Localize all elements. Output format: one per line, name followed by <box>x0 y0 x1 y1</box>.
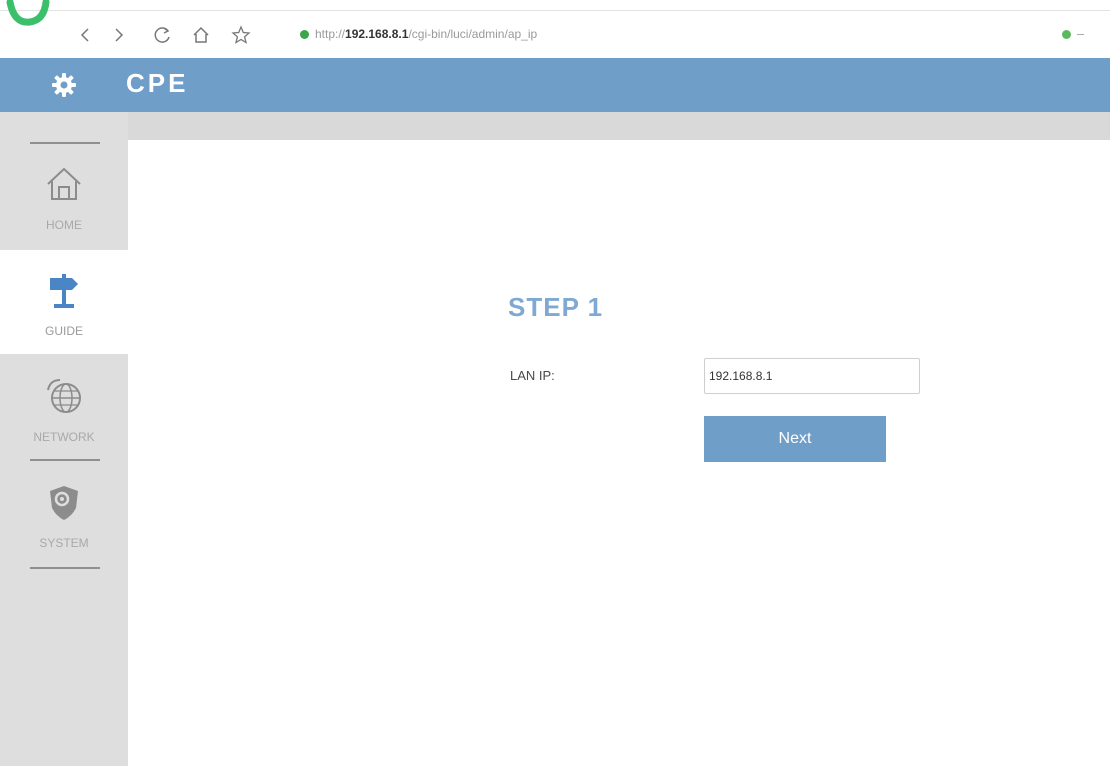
globe-icon <box>47 379 81 413</box>
app-title: CPE <box>126 68 189 98</box>
next-button[interactable]: Next <box>704 416 886 462</box>
sidebar-divider <box>30 459 100 461</box>
step-title: STEP 1 <box>508 292 604 322</box>
main-content: STEP 1 LAN IP: Next <box>128 140 1110 766</box>
url-path: /cgi-bin/luci/admin/ap_ip <box>408 27 538 41</box>
reload-icon <box>154 27 170 43</box>
forward-button[interactable] <box>108 24 130 46</box>
app-header: CPE <box>0 58 1110 112</box>
browser-toolbar: http:// 192.168.8.1 /cgi-bin/luci/admin/… <box>0 0 1110 58</box>
chevron-right-icon <box>115 28 124 42</box>
gear-icon <box>52 73 76 97</box>
home-icon <box>47 167 81 200</box>
chevron-left-icon <box>80 28 89 42</box>
home-button[interactable] <box>190 24 212 46</box>
sidebar: HOME GUIDE NETWORK SYSTEM <box>0 112 128 766</box>
shield-gear-icon <box>50 486 78 520</box>
reload-button[interactable] <box>152 24 174 46</box>
star-icon <box>231 25 251 44</box>
signpost-icon <box>50 274 78 308</box>
secure-icon <box>300 29 309 39</box>
lan-ip-input[interactable] <box>704 358 920 394</box>
extension-icon <box>1062 29 1071 39</box>
sidebar-label-network: NETWORK <box>33 430 95 444</box>
lan-ip-label: LAN IP: <box>510 368 555 383</box>
address-bar[interactable]: http:// 192.168.8.1 /cgi-bin/luci/admin/… <box>300 22 1000 46</box>
back-button[interactable] <box>74 24 96 46</box>
page: http:// 192.168.8.1 /cgi-bin/luci/admin/… <box>0 0 1110 766</box>
home-icon <box>193 26 209 43</box>
sidebar-item-home[interactable]: HOME <box>0 144 128 248</box>
sidebar-label-guide: GUIDE <box>44 324 83 338</box>
sidebar-label-system: SYSTEM <box>39 536 89 550</box>
header-divider <box>0 112 1110 140</box>
extension-menu-button[interactable] <box>1062 24 1106 44</box>
tab-strip-line <box>0 10 1110 11</box>
sidebar-label-home: HOME <box>46 218 82 232</box>
sidebar-item-system[interactable]: SYSTEM <box>0 462 128 566</box>
url-scheme: http:// <box>315 27 346 41</box>
sidebar-divider <box>30 567 100 569</box>
url-host: 192.168.8.1 <box>345 27 409 41</box>
browser-logo-icon <box>6 0 50 26</box>
sidebar-item-guide[interactable]: GUIDE <box>0 250 128 354</box>
sidebar-item-network[interactable]: NETWORK <box>0 356 128 460</box>
menu-caret-icon <box>1077 33 1084 35</box>
bookmark-button[interactable] <box>230 24 252 46</box>
